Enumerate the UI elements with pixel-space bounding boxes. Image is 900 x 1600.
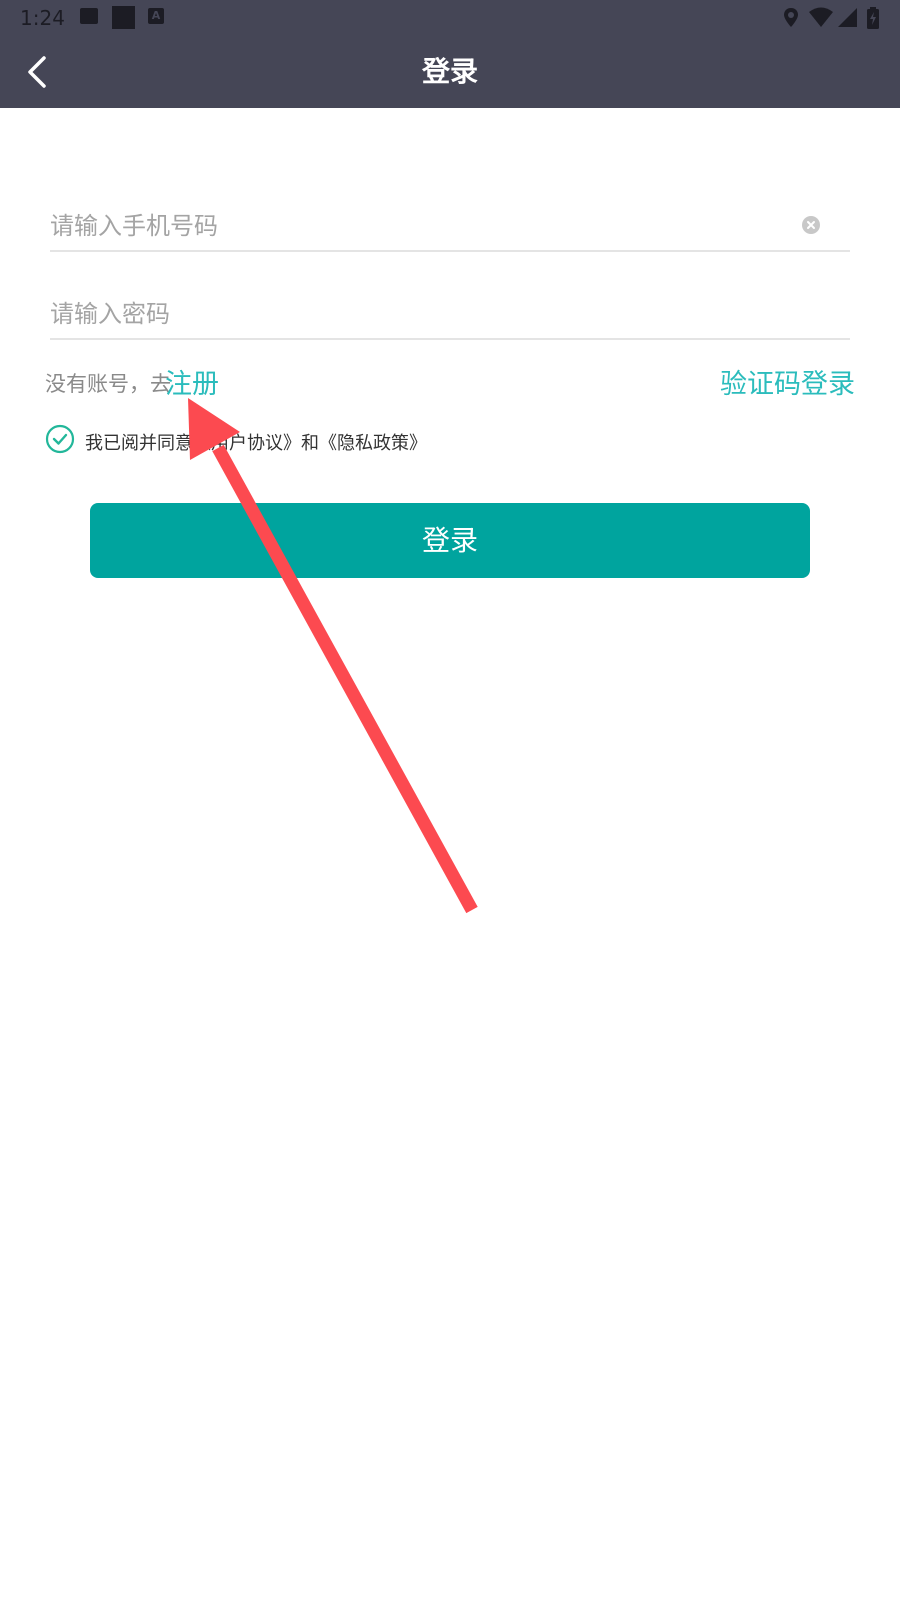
close-icon [807, 221, 815, 229]
a-icon: A [148, 8, 164, 24]
battery-icon [867, 7, 879, 29]
login-button[interactable]: 登录 [90, 503, 810, 578]
password-input[interactable] [50, 290, 790, 338]
agreement-text[interactable]: 我已阅并同意《用户协议》和《隐私政策》 [85, 429, 427, 455]
status-bar: 1:24 A [0, 0, 900, 36]
password-field-wrapper [50, 290, 850, 340]
register-link[interactable]: 注册 [165, 362, 219, 401]
page-title: 登录 [421, 55, 478, 88]
agreement-row: 我已阅并同意《用户协议》和《隐私政策》 [45, 424, 645, 456]
chevron-left-icon [28, 56, 46, 88]
signal-icon [838, 8, 857, 27]
phone-field-wrapper [50, 202, 850, 252]
status-time: 1:24 [20, 6, 65, 30]
clear-icon[interactable] [802, 216, 820, 234]
check-icon [52, 433, 68, 445]
code-login-link[interactable]: 验证码登录 [720, 362, 855, 401]
app-bar: 登录 [0, 36, 900, 108]
back-button[interactable] [22, 52, 62, 92]
image-icon [80, 8, 98, 24]
wifi-icon [809, 7, 833, 27]
agreement-checkbox[interactable] [45, 424, 75, 454]
location-icon [784, 8, 798, 27]
phone-input[interactable] [50, 202, 790, 250]
square-icon [112, 6, 135, 29]
register-prompt: 没有账号，去 [45, 372, 171, 396]
register-row: 没有账号，去 注册 验证码登录 [45, 362, 855, 401]
